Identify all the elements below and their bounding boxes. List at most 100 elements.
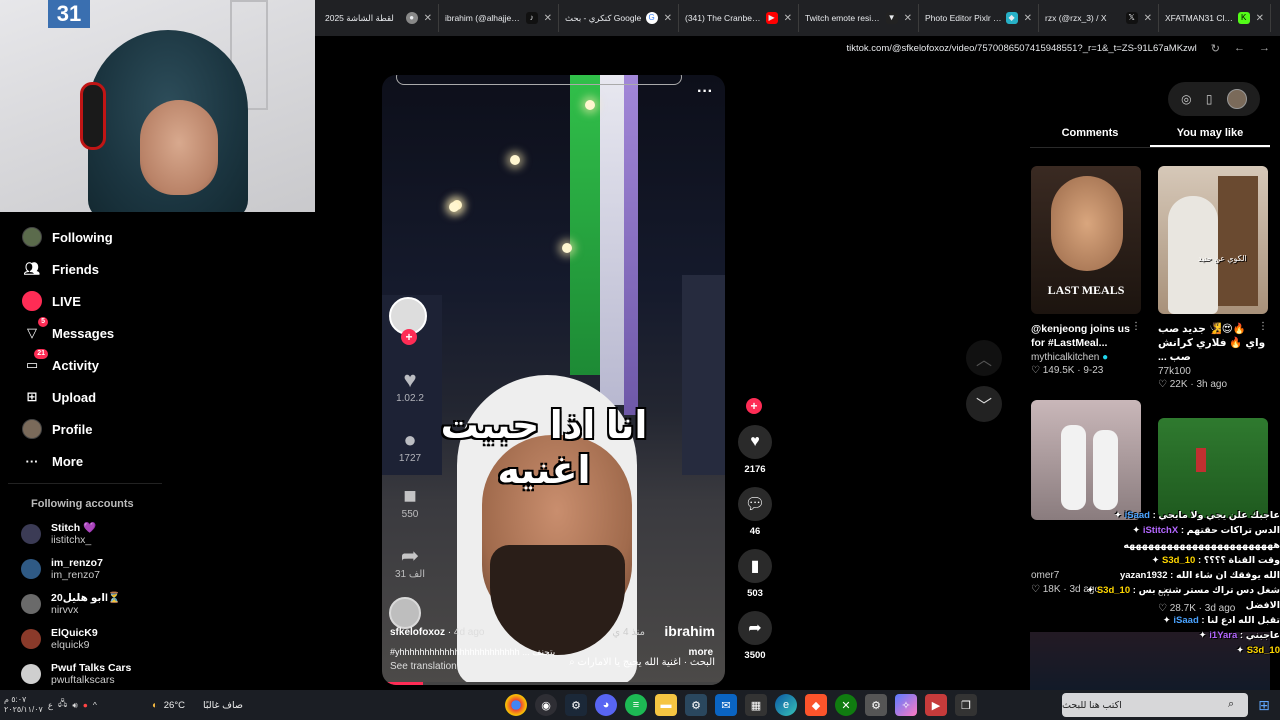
more-options-icon[interactable]: ··· <box>697 83 713 101</box>
close-tab-icon[interactable]: ✕ <box>1256 13 1264 24</box>
chrome-icon[interactable] <box>505 694 527 716</box>
folder-icon[interactable]: ▬ <box>655 694 677 716</box>
close-tab-icon[interactable]: ✕ <box>544 13 552 24</box>
close-tab-icon[interactable]: ✕ <box>424 13 432 24</box>
like-action[interactable]: ♥ 2176 <box>733 425 777 475</box>
see-translation-link[interactable]: See translation <box>390 661 457 672</box>
video-thumbnail[interactable] <box>1031 400 1141 520</box>
reload-icon[interactable]: ↻ <box>1211 42 1220 55</box>
following-account[interactable]: im_renzo7 im_renzo7 <box>0 551 170 586</box>
thumb-text: الكوي عن حنيد <box>1198 254 1247 263</box>
following-account[interactable]: Stitch 💜 iistitchx_ <box>0 516 170 551</box>
clock[interactable]: ٥:٠٧ م ٢٠٢٥/١١/٠٧ <box>4 695 43 715</box>
stream-icon[interactable]: ▶ <box>925 694 947 716</box>
next-video-button[interactable]: ﹀ <box>966 386 1002 422</box>
tray-chevron-icon[interactable]: ^ <box>93 700 97 710</box>
sidebar-item-following[interactable]: Following <box>0 221 170 253</box>
sidebar-item-friends[interactable]: 👥︎ Friends <box>0 253 170 285</box>
close-tab-icon[interactable]: ✕ <box>784 13 792 24</box>
video-thumbnail[interactable] <box>1158 418 1268 518</box>
steam-alt-icon[interactable]: ⚙︎ <box>685 694 707 716</box>
browser-tab[interactable]: rzx (@rzx_3) / X 𝕏 ✕ <box>1039 4 1159 32</box>
copilot-icon[interactable]: ✧ <box>895 694 917 716</box>
discord-icon[interactable]: ◕ <box>595 694 617 716</box>
close-tab-icon[interactable]: ✕ <box>1144 13 1152 24</box>
close-tab-icon[interactable]: ✕ <box>1024 13 1032 24</box>
heart-icon[interactable]: ♥ <box>738 425 772 459</box>
suggested-video-card[interactable] <box>1031 400 1141 520</box>
chat-message: عاجبني : i1Yara ✦ <box>1198 630 1280 641</box>
obs-icon[interactable]: ◉ <box>535 694 557 716</box>
close-tab-icon[interactable]: ✕ <box>664 13 672 24</box>
store-icon[interactable]: ▦ <box>745 694 767 716</box>
chat-message: الافضل <box>1245 600 1280 611</box>
following-account[interactable]: ElQuicK9 elquick9 <box>0 621 170 656</box>
suggested-video-card[interactable]: LAST MEALS @kenjeong joins us for #LastM… <box>1031 166 1141 376</box>
card-more-icon[interactable]: ⋮ <box>1258 321 1268 332</box>
tray-app-icon[interactable]: ● <box>83 700 88 710</box>
taskview-icon[interactable]: ❐ <box>955 694 977 716</box>
light-dot <box>585 100 595 110</box>
suggested-video-card[interactable]: الكوي عن حنيد 🔥😍🧏 جديد صب واي 🔥 فلاري كر… <box>1158 166 1268 390</box>
device-icon[interactable]: ▯ <box>1206 92 1213 106</box>
tab-comments[interactable]: Comments <box>1030 122 1150 147</box>
xbox-icon[interactable]: ✕ <box>835 694 857 716</box>
sidebar-item-label: Messages <box>52 325 115 341</box>
close-tab-icon[interactable]: ✕ <box>904 13 912 24</box>
windows-start-icon[interactable]: ⊞ <box>1254 695 1274 715</box>
network-icon[interactable]: 🖧︎ <box>58 698 67 712</box>
language-icon[interactable]: ع <box>48 700 53 711</box>
suggested-video-card[interactable] <box>1158 418 1268 518</box>
follow-plus-icon[interactable]: + <box>401 329 417 345</box>
settings-icon[interactable]: ⚙︎ <box>865 694 887 716</box>
browser-tab[interactable]: (341) The Cranberries ▶ ✕ <box>679 4 799 32</box>
forward-icon[interactable]: ← <box>1234 42 1245 54</box>
previous-video-button[interactable]: ︿ <box>966 340 1002 376</box>
weather-widget[interactable]: ◐ 26°C صاف غالبًا <box>152 690 243 720</box>
comment-count: 46 <box>749 526 761 537</box>
comment-action[interactable]: 💬︎ 46 <box>733 487 777 537</box>
video-progress[interactable] <box>382 682 725 685</box>
url-field[interactable]: tiktok.com/@sfkelofoxoz/video/7570086507… <box>846 43 1196 54</box>
user-avatar[interactable] <box>1226 89 1247 109</box>
sidebar-item-messages[interactable]: ▽ 5 Messages <box>0 317 170 349</box>
light-dot <box>510 155 520 165</box>
comment-icon[interactable]: 💬︎ <box>738 487 772 521</box>
browser-tab[interactable]: ibrahim (@alhajjeri) | ♪ ✕ <box>439 4 559 32</box>
browser-tab[interactable]: XFATMAN31 Clips - KK✕ <box>1159 4 1271 32</box>
share-action[interactable]: ➦ 3500 <box>733 611 777 661</box>
back-icon[interactable]: → <box>1259 42 1270 54</box>
sidebar-item-upload[interactable]: ⊞ Upload <box>0 381 170 413</box>
following-account[interactable]: ابو هليل20l⏳ nirvvx <box>0 586 170 621</box>
card-title: 🔥😍🧏 جديد صب واي 🔥 فلاري كرانش صب ... <box>1158 323 1266 363</box>
card-more-icon[interactable]: ⋮ <box>1131 321 1141 332</box>
taskbar-search[interactable]: اكتب هنا للبحث <box>1062 693 1248 717</box>
spotify-icon[interactable]: ≡ <box>625 694 647 716</box>
bookmark-icon[interactable]: ▮ <box>738 549 772 583</box>
tab-you-may-like[interactable]: You may like <box>1150 122 1270 147</box>
sidebar-item-activity[interactable]: ▭ 21 Activity <box>0 349 170 381</box>
save-action[interactable]: ▮ 503 <box>733 549 777 599</box>
search-pill[interactable] <box>396 75 682 85</box>
browser-tab[interactable]: لقطة الشاشة 2025 ● ✕ <box>319 4 439 32</box>
sidebar-item-live[interactable]: LIVE <box>0 285 170 317</box>
following-account[interactable]: Pwuf Talks Cars pwuftalkscars <box>0 656 170 691</box>
browser-tab[interactable]: Photo Editor Pixlr Free◆✕ <box>919 4 1039 32</box>
search-suggestion[interactable]: البحث · اغنية الله يحيج يا الامارات ⌕ <box>569 657 715 668</box>
browser-tab[interactable]: Twitch emote resizer ▼ ✕ <box>799 4 919 32</box>
video-thumbnail[interactable]: الكوي عن حنيد <box>1158 166 1268 314</box>
browser-tab[interactable]: كنكري - بحث Google G ✕ <box>559 4 679 32</box>
steam-icon[interactable]: ⚙︎ <box>565 694 587 716</box>
video-player[interactable]: ··· + ♥ 1.02.2 ● 1727 ■ 550 ➦ 31 الف انا اذا… <box>382 75 725 685</box>
share-icon[interactable]: ➦ <box>738 611 772 645</box>
brave-icon[interactable]: ◆ <box>805 694 827 716</box>
coins-icon[interactable]: ◎ <box>1181 92 1191 106</box>
follow-plus-icon[interactable]: + <box>746 398 762 414</box>
mail-icon[interactable]: ✉ <box>715 694 737 716</box>
video-thumbnail[interactable]: LAST MEALS <box>1031 166 1141 314</box>
sidebar-item-profile[interactable]: Profile <box>0 413 170 445</box>
volume-icon[interactable]: 🔊︎ <box>72 700 77 711</box>
sidebar-item-more[interactable]: ··· More <box>0 445 170 477</box>
video-author[interactable]: sfkelofoxoz · 4d ago <box>390 627 485 638</box>
edge-icon[interactable]: e <box>775 694 797 716</box>
